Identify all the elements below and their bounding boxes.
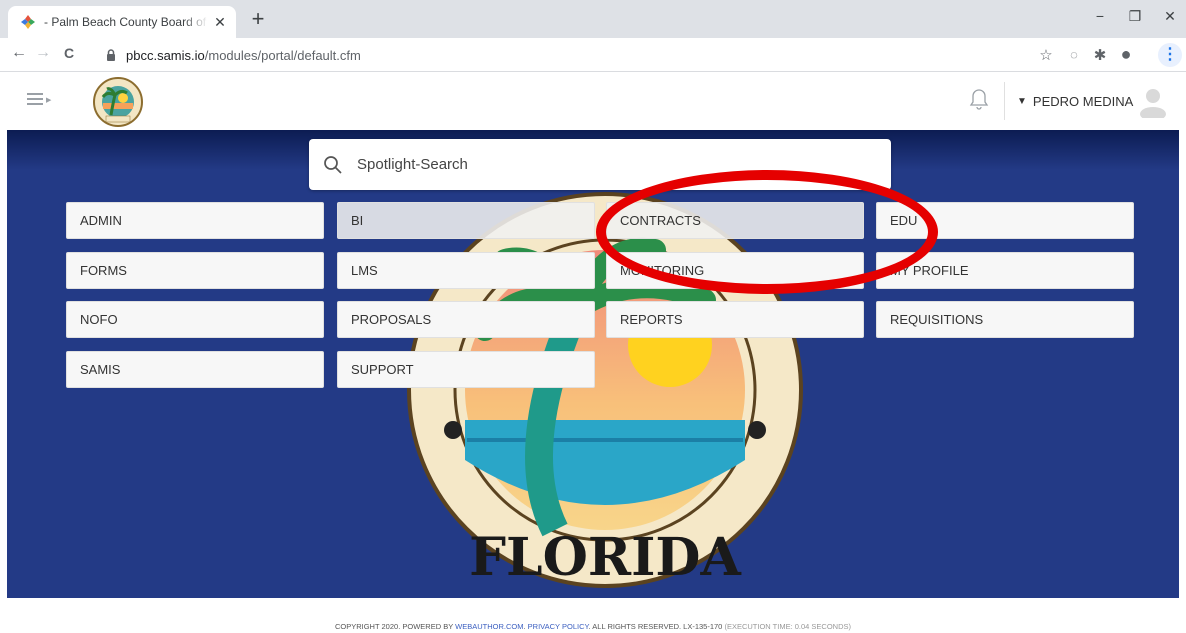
module-button-forms[interactable]: FORMS — [66, 252, 324, 289]
search-icon — [324, 155, 342, 174]
reload-button[interactable]: C — [58, 45, 80, 61]
footer-privacy-link[interactable]: PRIVACY POLICY — [528, 622, 589, 631]
extension-circle-icon[interactable]: ◌ — [1064, 47, 1084, 62]
extensions-puzzle-icon[interactable]: ✱ — [1090, 46, 1110, 64]
user-menu[interactable]: ▼ PEDRO MEDINA — [1017, 94, 1133, 109]
seal-text-florida: FLORIDA — [469, 527, 741, 588]
profile-icon[interactable]: ● — [1116, 44, 1136, 65]
tab-title: - Palm Beach County Board of Co — [44, 15, 208, 29]
county-logo[interactable] — [93, 77, 143, 127]
browser-menu-icon[interactable]: ⋮ — [1158, 43, 1182, 67]
footer-webauthor-link[interactable]: WEBAUTHOR.COM — [455, 622, 523, 631]
footer-copyright: COPYRIGHT 2020. POWERED BY — [334, 622, 456, 631]
minimize-button[interactable]: − — [1080, 8, 1120, 24]
back-button[interactable]: ← — [8, 44, 30, 62]
module-button-nofo[interactable]: NOFO — [66, 301, 324, 338]
module-button-requisitions[interactable]: REQUISITIONS — [876, 301, 1134, 338]
browser-toolbar: ← → C pbcc.samis.io/modules/portal/defau… — [0, 38, 1186, 72]
module-button-support[interactable]: SUPPORT — [337, 351, 595, 388]
header-divider — [1004, 82, 1005, 120]
browser-tabstrip: - Palm Beach County Board of Co ✕ + − ❐ … — [0, 0, 1186, 38]
portal-main: FLORIDA ADMIN BI CONTRACTS EDU FORMS LMS… — [7, 130, 1179, 598]
footer-execution-time: (EXECUTION TIME: 0.04 SECONDS) — [724, 622, 852, 631]
footer-rights: . ALL RIGHTS RESERVED. LX-135-170 — [588, 622, 725, 631]
module-button-admin[interactable]: ADMIN — [66, 202, 324, 239]
forward-button[interactable]: → — [32, 44, 54, 62]
avatar[interactable] — [1136, 84, 1170, 118]
module-button-reports[interactable]: REPORTS — [606, 301, 864, 338]
hamburger-menu-icon[interactable]: ▶ — [27, 93, 53, 109]
url-path: /modules/portal/default.cfm — [204, 47, 361, 63]
restore-button[interactable]: ❐ — [1115, 8, 1155, 25]
browser-tab[interactable]: - Palm Beach County Board of Co ✕ — [8, 6, 236, 38]
favicon-icon — [21, 15, 35, 29]
user-name: PEDRO MEDINA — [1032, 94, 1134, 109]
module-button-lms[interactable]: LMS — [337, 252, 595, 289]
module-button-bi[interactable]: BI — [337, 202, 595, 239]
page-footer: COPYRIGHT 2020. POWERED BY WEBAUTHOR.COM… — [0, 622, 1186, 631]
lock-icon — [107, 49, 115, 61]
new-tab-button[interactable]: + — [246, 8, 270, 30]
notification-bell-icon[interactable] — [969, 88, 989, 110]
url-host: pbcc.samis.io — [126, 47, 205, 63]
tab-close-icon[interactable]: ✕ — [212, 14, 228, 31]
bookmark-star-icon[interactable]: ☆ — [1036, 46, 1056, 64]
app-header: ▶ ▼ PEDRO MEDINA — [7, 72, 1179, 130]
address-bar[interactable]: pbcc.samis.io/modules/portal/default.cfm — [104, 42, 1020, 68]
close-window-button[interactable]: ✕ — [1150, 8, 1186, 25]
module-button-proposals[interactable]: PROPOSALS — [337, 301, 595, 338]
chevron-down-icon: ▼ — [1017, 96, 1027, 107]
module-button-samis[interactable]: SAMIS — [66, 351, 324, 388]
annotation-highlight-ellipse — [596, 170, 938, 294]
